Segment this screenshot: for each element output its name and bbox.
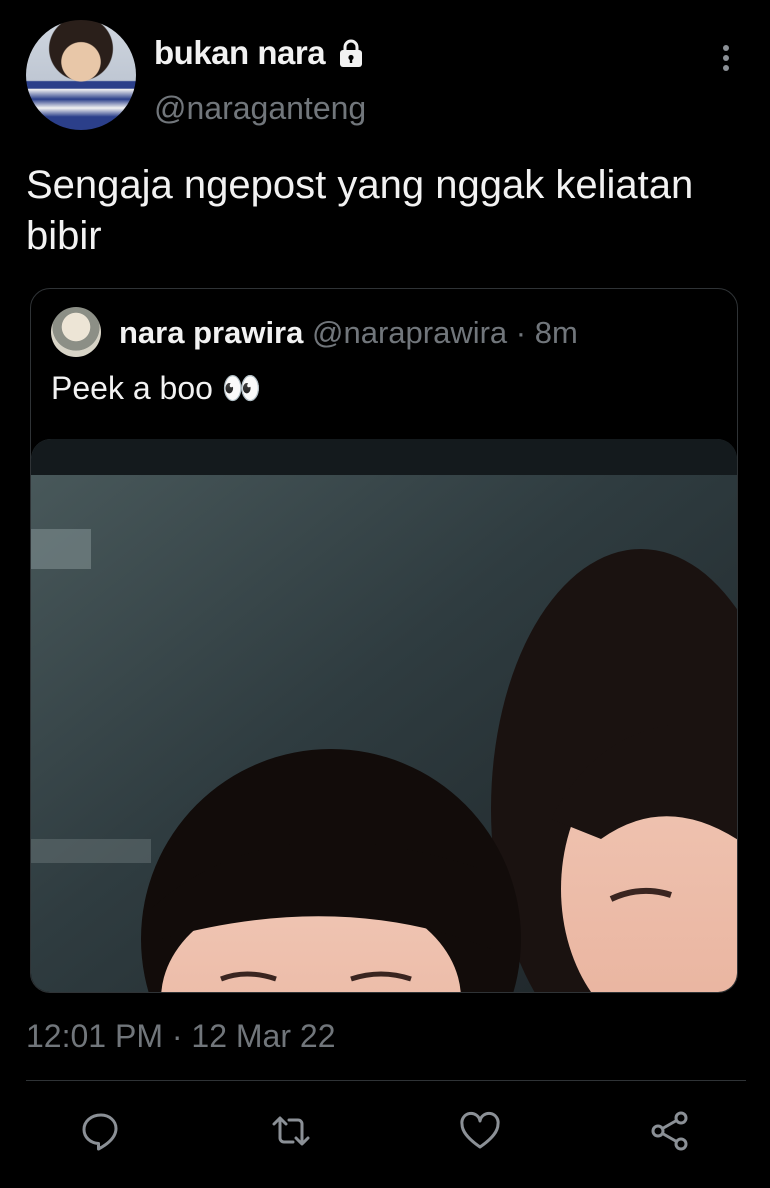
- tweet-actions-bar: [0, 1108, 770, 1158]
- quoted-tweet-photo[interactable]: [31, 439, 737, 992]
- reply-icon: [82, 1113, 118, 1151]
- quoted-tweet-header: nara prawira @naraprawira · 8m: [119, 315, 578, 351]
- lock-icon: [340, 39, 363, 67]
- more-options-icon[interactable]: [716, 42, 736, 74]
- tweet-text: Sengaja ngepost yang nggak keliatan bibi…: [26, 163, 694, 258]
- author-display-name[interactable]: bukan nara: [154, 34, 326, 72]
- like-button[interactable]: [457, 1108, 503, 1154]
- share-button[interactable]: [647, 1108, 693, 1154]
- share-icon: [651, 1111, 688, 1151]
- retweet-button[interactable]: [268, 1108, 314, 1154]
- quoted-author-meta: @naraprawira · 8m: [312, 315, 578, 350]
- retweet-icon: [272, 1116, 310, 1146]
- author-name-row: bukan nara: [154, 34, 367, 72]
- reply-button[interactable]: [78, 1108, 124, 1154]
- quoted-author-avatar[interactable]: [51, 307, 101, 357]
- author-avatar[interactable]: [26, 20, 136, 130]
- like-icon: [460, 1111, 500, 1149]
- quoted-author-name[interactable]: nara prawira: [119, 315, 303, 350]
- divider: [26, 1080, 746, 1081]
- tweet-timestamp[interactable]: 12:01 PM · 12 Mar 22: [26, 1018, 335, 1055]
- tweet-header: bukan nara @naraganteng: [26, 20, 746, 132]
- quoted-tweet-text: Peek a boo 👀: [51, 370, 262, 406]
- quoted-tweet-card[interactable]: nara prawira @naraprawira · 8m Peek a bo…: [30, 288, 738, 993]
- author-handle[interactable]: @naraganteng: [154, 90, 366, 127]
